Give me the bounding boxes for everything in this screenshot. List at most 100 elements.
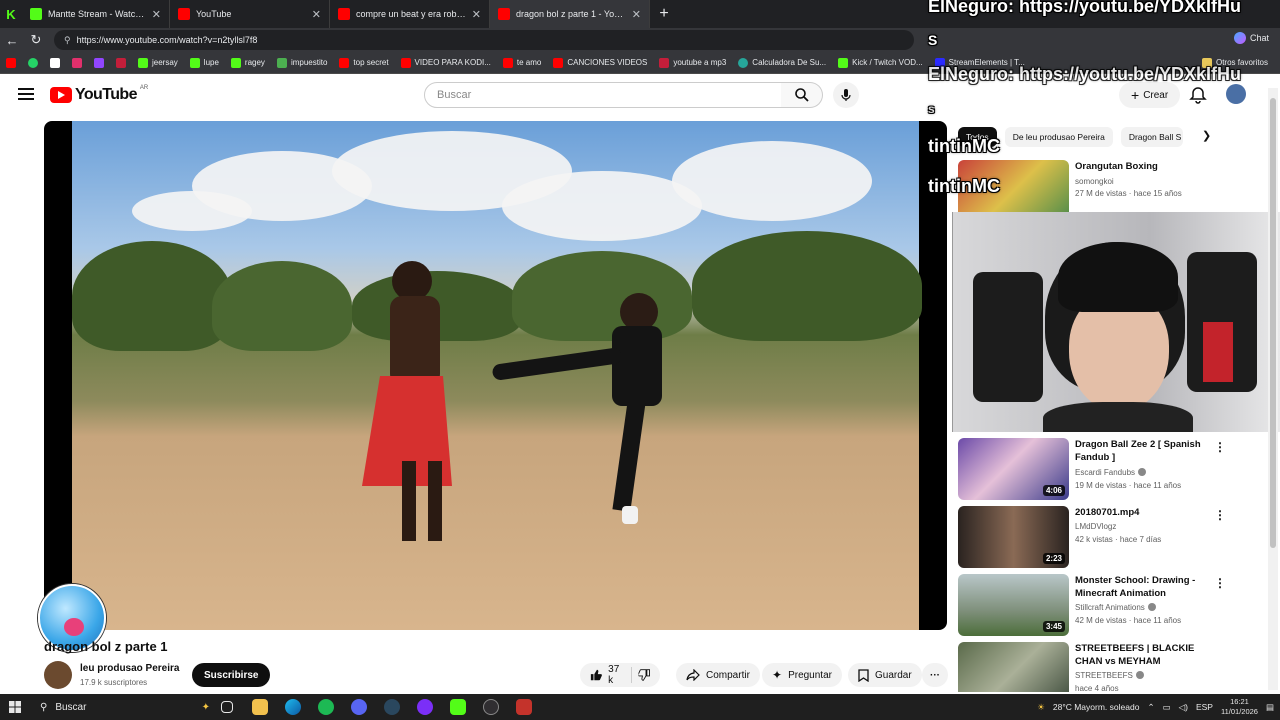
subscribe-button[interactable]: Suscribirse — [192, 663, 271, 687]
more-vertical-icon[interactable]: ⋮ — [1214, 576, 1226, 590]
thumbs-down-icon[interactable] — [637, 668, 650, 682]
video-title: dragon bol z parte 1 — [44, 639, 168, 654]
new-tab-button[interactable]: + — [650, 5, 678, 23]
close-tab-icon[interactable]: ✕ — [472, 8, 481, 21]
chevron-right-icon[interactable]: ❯ — [1202, 129, 1218, 145]
bookmark-kick-twitch-vod[interactable]: Kick / Twitch VOD... — [838, 57, 923, 68]
list-item[interactable]: 2:23 20180701.mp4 LMdDVlogz 42 k vistas … — [958, 506, 1226, 568]
chat-overlay-link: ElNeguro: https://youtu.be/YDXkIfHu — [928, 64, 1241, 84]
voice-search-button[interactable] — [833, 82, 859, 108]
chat-overlay-username: tintinMC — [928, 136, 1000, 156]
bookmark-calculadora[interactable]: Calculadora De Su... — [738, 57, 826, 68]
microphone-icon — [841, 89, 851, 101]
more-vertical-icon[interactable]: ⋮ — [1214, 644, 1218, 658]
url-field[interactable]: ⚲ https://www.youtube.com/watch?v=n2tyll… — [54, 30, 914, 50]
volume-icon[interactable]: ◁) — [1179, 702, 1188, 713]
bookmark-video-kodi[interactable]: VIDEO PARA KODI... — [400, 57, 491, 68]
bookmark-te-amo[interactable]: te amo — [502, 57, 541, 68]
task-view-icon[interactable] — [210, 694, 243, 720]
bookmark-red-icon[interactable] — [116, 57, 126, 68]
more-vertical-icon[interactable]: ⋮ — [1214, 508, 1226, 522]
like-button[interactable]: 37 k — [590, 664, 625, 686]
reload-icon[interactable]: ↻ — [24, 32, 48, 48]
search-icon — [794, 88, 809, 102]
close-tab-icon[interactable]: ✕ — [152, 8, 161, 21]
obs-icon[interactable] — [474, 694, 507, 720]
bookmark-youtube-mp3[interactable]: youtube a mp3 — [659, 57, 726, 68]
app-c-icon[interactable] — [408, 694, 441, 720]
tab-mantte-stream[interactable]: Mantte Stream - Watch Live o ✕ — [22, 0, 170, 28]
close-tab-icon[interactable]: ✕ — [312, 8, 321, 21]
bookmark-top-secret[interactable]: top secret — [339, 57, 389, 68]
video-player[interactable] — [44, 121, 947, 630]
bookmark-jeersay[interactable]: jeersay — [138, 57, 178, 68]
site-info-icon[interactable]: ⚲ — [64, 35, 71, 46]
youtube-favicon-icon — [338, 8, 350, 20]
bookmark-lupe[interactable]: lupe — [189, 57, 219, 68]
bookmark-icon — [858, 668, 869, 682]
taskbar-search[interactable]: ⚲ Buscar ✦ — [30, 697, 210, 717]
video-thumbnail[interactable]: 4:06 — [958, 438, 1069, 500]
video-frame — [72, 121, 922, 630]
save-button[interactable]: Guardar — [848, 663, 922, 687]
more-actions-button[interactable]: ··· — [922, 663, 948, 687]
video-thumbnail[interactable] — [958, 642, 1069, 692]
kick-app-icon[interactable] — [441, 694, 474, 720]
verified-badge-icon — [1135, 671, 1144, 679]
discord-icon[interactable] — [342, 694, 375, 720]
chip-channel[interactable]: De leu produsao Pereira — [1004, 127, 1113, 147]
search-icon: ⚲ — [40, 701, 48, 713]
share-button[interactable]: Compartir — [676, 663, 760, 687]
tab-youtube[interactable]: YouTube ✕ — [170, 0, 330, 28]
create-button[interactable]: + Crear — [1119, 82, 1181, 108]
file-explorer-icon[interactable] — [243, 694, 276, 720]
search-input[interactable]: Buscar — [424, 82, 782, 108]
close-tab-icon[interactable]: ✕ — [632, 8, 641, 21]
bookmark-instagram-icon[interactable] — [72, 57, 82, 68]
page-scrollbar[interactable] — [1268, 88, 1278, 690]
bookmark-twitch-icon[interactable] — [94, 57, 104, 68]
channel-avatar[interactable] — [44, 661, 72, 689]
chat-button[interactable]: Chat — [1234, 32, 1269, 44]
edge-browser-icon[interactable] — [276, 694, 309, 720]
channel-name[interactable]: leu produsao Pereira — [80, 663, 179, 674]
chip-dragon-ball[interactable]: Dragon Ball S — [1120, 127, 1183, 147]
ask-button[interactable]: ✦ Preguntar — [762, 663, 842, 687]
thumbs-up-icon — [590, 669, 602, 681]
bookmark-impuestito[interactable]: impuestito — [276, 57, 327, 68]
capture-app-icon[interactable] — [507, 694, 540, 720]
menu-icon[interactable] — [18, 88, 34, 100]
search-button[interactable] — [781, 82, 823, 108]
clock[interactable]: 16:21 11/01/2026 — [1221, 697, 1258, 717]
list-item[interactable]: 3:45 Monster School: Drawing - Minecraft… — [958, 574, 1226, 636]
network-icon[interactable]: ▭ — [1163, 702, 1171, 713]
tab-compre-un-beat[interactable]: compre un beat y era robado 💀 ✕ — [330, 0, 490, 28]
notifications-bell-icon[interactable] — [1188, 85, 1208, 105]
spotify-icon[interactable] — [309, 694, 342, 720]
account-avatar[interactable] — [1226, 84, 1246, 104]
bookmark-x-icon[interactable] — [50, 57, 60, 68]
weather-text[interactable]: 28°C Mayorm. soleado — [1053, 702, 1140, 712]
plus-icon: + — [1131, 87, 1140, 103]
bookmark-canciones-videos[interactable]: CANCIONES VIDEOS — [553, 57, 647, 68]
bookmark-youtube-icon[interactable] — [6, 57, 16, 68]
tab-dragon-bol[interactable]: dragon bol z parte 1 - YouTub ✕ — [490, 0, 650, 28]
video-thumbnail[interactable]: 2:23 — [958, 506, 1069, 568]
kick-pinned-tab[interactable]: K — [0, 0, 22, 28]
bookmark-ragey[interactable]: ragey — [230, 57, 265, 68]
bookmark-whatsapp-icon[interactable] — [28, 57, 38, 68]
verified-badge-icon — [1147, 603, 1156, 611]
chevron-up-icon[interactable]: ⌃ — [1147, 702, 1154, 713]
notifications-icon[interactable]: ▤ — [1266, 702, 1274, 713]
scrollbar-thumb[interactable] — [1270, 98, 1276, 548]
list-item[interactable]: STREETBEEFS | BLACKIE CHAN vs MEYHAM STR… — [958, 642, 1218, 692]
steam-icon[interactable] — [375, 694, 408, 720]
windows-start-button[interactable] — [0, 701, 30, 713]
more-vertical-icon[interactable]: ⋮ — [1214, 162, 1218, 176]
language-indicator[interactable]: ESP — [1196, 702, 1213, 712]
list-item[interactable]: 4:06 Dragon Ball Zee 2 [ Spanish Fandub … — [958, 438, 1226, 500]
back-icon[interactable]: ← — [0, 33, 24, 48]
video-thumbnail[interactable]: 3:45 — [958, 574, 1069, 636]
more-vertical-icon[interactable]: ⋮ — [1214, 440, 1226, 454]
youtube-logo[interactable]: YouTube AR — [50, 85, 148, 104]
